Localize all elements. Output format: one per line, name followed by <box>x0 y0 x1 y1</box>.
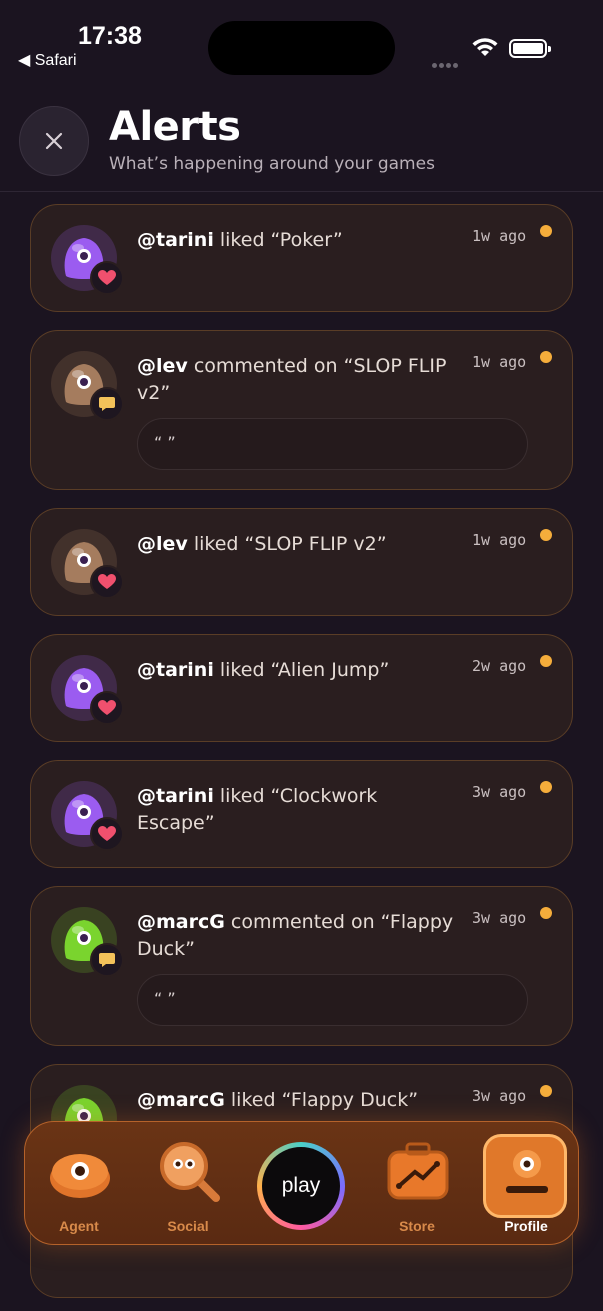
alert-timestamp: 1w ago <box>472 227 527 245</box>
unread-dot <box>540 1085 552 1097</box>
play-label: play <box>262 1147 340 1225</box>
close-icon <box>45 132 63 150</box>
comment-preview[interactable]: “ ” <box>137 974 528 1026</box>
alert-text: @lev commented on “SLOP FLIP v2” <box>137 353 455 407</box>
unread-dot <box>540 529 552 541</box>
alert-text: @marcG liked “Flappy Duck” <box>137 1087 455 1114</box>
page-title: Alerts <box>109 104 241 150</box>
comment-preview[interactable]: “ ” <box>137 418 528 470</box>
alert-timestamp: 2w ago <box>472 657 527 675</box>
alert-action: liked “Flappy Duck” <box>224 1089 419 1111</box>
alert-username[interactable]: @lev <box>137 355 188 377</box>
alert-text: @tarini liked “Alien Jump” <box>137 657 455 684</box>
back-to-safari-link[interactable]: ◀ Safari <box>18 50 77 70</box>
alert-username[interactable]: @marcG <box>137 911 225 933</box>
store-case-icon <box>387 1142 449 1200</box>
nav-agent-label: Agent <box>59 1218 99 1234</box>
alert-card[interactable]: @lev commented on “SLOP FLIP v2” 1w ago “ … <box>30 330 573 490</box>
alert-text: @marcG commented on “Flappy Duck” <box>137 909 455 963</box>
alert-timestamp: 3w ago <box>472 783 527 801</box>
close-button[interactable] <box>19 106 89 176</box>
alert-timestamp: 1w ago <box>472 353 527 371</box>
like-badge <box>90 261 124 295</box>
nav-profile-label: Profile <box>504 1218 548 1234</box>
status-bar: 17:38 ◀ Safari <box>0 0 603 90</box>
alert-card[interactable]: @tarini liked “Clockwork Escape” 3w ago <box>30 760 573 868</box>
alerts-header: Alerts What’s happening around your game… <box>0 100 603 192</box>
heart-icon <box>98 574 116 589</box>
alert-action: liked “Alien Jump” <box>213 659 390 681</box>
alert-username[interactable]: @tarini <box>137 659 214 681</box>
nav-social-label: Social <box>167 1218 209 1234</box>
wifi-icon <box>472 38 498 56</box>
alert-action: liked “Poker” <box>213 229 343 251</box>
alert-text: @lev liked “SLOP FLIP v2” <box>137 531 455 558</box>
nav-agent[interactable]: Agent <box>29 1122 129 1246</box>
signal-icon <box>432 53 462 68</box>
heart-icon <box>98 270 116 285</box>
alert-action: liked “SLOP FLIP v2” <box>187 533 387 555</box>
comment-badge <box>90 387 124 421</box>
comment-icon <box>99 397 115 411</box>
alert-username[interactable]: @marcG <box>137 1089 225 1111</box>
nav-social[interactable]: Social <box>138 1122 238 1246</box>
agent-blob-icon <box>50 1154 110 1198</box>
alert-text: @tarini liked “Clockwork Escape” <box>137 783 455 837</box>
unread-dot <box>540 907 552 919</box>
status-time: 17:38 <box>78 22 142 50</box>
battery-icon <box>509 39 551 58</box>
like-badge <box>90 691 124 725</box>
alert-username[interactable]: @tarini <box>137 229 214 251</box>
alert-card[interactable]: @tarini liked “Alien Jump” 2w ago <box>30 634 573 742</box>
like-badge <box>90 817 124 851</box>
alert-username[interactable]: @lev <box>137 533 188 555</box>
dynamic-island <box>208 21 395 75</box>
nav-store-label: Store <box>399 1218 435 1234</box>
alert-timestamp: 3w ago <box>472 1087 527 1105</box>
play-button[interactable]: play <box>257 1142 345 1230</box>
alert-timestamp: 1w ago <box>472 531 527 549</box>
comment-badge <box>90 943 124 977</box>
alert-card[interactable]: @tarini liked “Poker” 1w ago <box>30 204 573 312</box>
bottom-nav: Agent Social play Store Profile <box>24 1121 579 1245</box>
like-badge <box>90 565 124 599</box>
alert-timestamp: 3w ago <box>472 909 527 927</box>
magnifier-face-icon <box>160 1142 220 1202</box>
alert-text: @tarini liked “Poker” <box>137 227 455 254</box>
alert-card[interactable]: @marcG commented on “Flappy Duck” 3w ago “… <box>30 886 573 1046</box>
unread-dot <box>540 351 552 363</box>
unread-dot <box>540 781 552 793</box>
page-subtitle: What’s happening around your games <box>109 154 435 174</box>
heart-icon <box>98 826 116 841</box>
comment-icon <box>99 953 115 967</box>
alert-username[interactable]: @tarini <box>137 785 214 807</box>
heart-icon <box>98 700 116 715</box>
nav-profile[interactable]: Profile <box>476 1122 576 1246</box>
unread-dot <box>540 225 552 237</box>
nav-store[interactable]: Store <box>367 1122 467 1246</box>
alert-card[interactable]: @lev liked “SLOP FLIP v2” 1w ago <box>30 508 573 616</box>
profile-card-icon <box>506 1150 548 1193</box>
unread-dot <box>540 655 552 667</box>
